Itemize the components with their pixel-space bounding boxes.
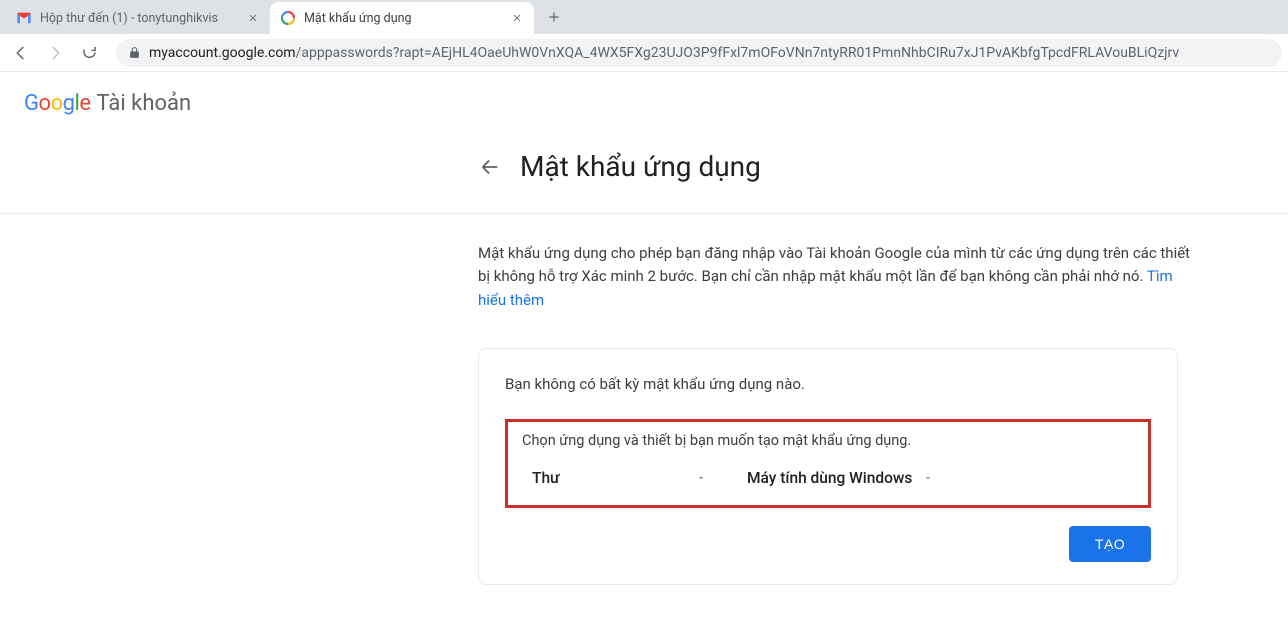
address-bar[interactable]: myaccount.google.com/apppasswords?rapt=A… — [116, 39, 1282, 67]
page-title: Mật khẩu ứng dụng — [520, 150, 761, 183]
app-passwords-card: Bạn không có bất kỳ mật khẩu ứng dụng nà… — [478, 348, 1178, 585]
app-select-value: Thư — [532, 469, 560, 487]
select-highlight-box: Chọn ứng dụng và thiết bị bạn muốn tạo m… — [505, 419, 1151, 508]
url-host: myaccount.google.com — [149, 45, 296, 61]
close-icon[interactable] — [246, 11, 260, 25]
tab-title: Mật khẩu ứng dụng — [304, 11, 502, 26]
page: Google Tài khoản Mật khẩu ứng dụng Mật k… — [0, 72, 1288, 585]
url-path: /apppasswords?rapt=AEjHL4OaeUhW0VnXQA_4W… — [296, 45, 1180, 61]
page-description: Mật khẩu ứng dụng cho phép bạn đăng nhập… — [478, 242, 1198, 312]
card-actions: TẠO — [505, 526, 1151, 562]
back-button[interactable] — [6, 38, 36, 68]
main-content: Mật khẩu ứng dụng Mật khẩu ứng dụng cho … — [478, 136, 1238, 585]
tab-strip: Hộp thư đến (1) - tonytunghikvis Mật khẩ… — [0, 0, 1288, 34]
chevron-down-icon — [695, 472, 707, 484]
new-tab-button[interactable] — [540, 3, 568, 31]
lock-icon — [128, 46, 141, 59]
google-header: Google Tài khoản — [0, 72, 1288, 136]
forward-button[interactable] — [40, 38, 70, 68]
google-icon — [280, 10, 296, 26]
description-text: Mật khẩu ứng dụng cho phép bạn đăng nhập… — [478, 244, 1190, 285]
browser-tab-apppasswords[interactable]: Mật khẩu ứng dụng — [270, 2, 534, 34]
browser-chrome: Hộp thư đến (1) - tonytunghikvis Mật khẩ… — [0, 0, 1288, 72]
instruction-text: Chọn ứng dụng và thiết bị bạn muốn tạo m… — [522, 432, 1134, 449]
device-select[interactable]: Máy tính dùng Windows — [747, 469, 934, 487]
title-bar: Mật khẩu ứng dụng — [478, 150, 1238, 183]
select-row: Thư Máy tính dùng Windows — [522, 469, 1134, 487]
url-text: myaccount.google.com/apppasswords?rapt=A… — [149, 45, 1179, 61]
gmail-icon — [16, 10, 32, 26]
app-select[interactable]: Thư — [532, 469, 707, 487]
create-button[interactable]: TẠO — [1069, 526, 1151, 562]
browser-tab-gmail[interactable]: Hộp thư đến (1) - tonytunghikvis — [6, 2, 270, 34]
product-name: Tài khoản — [96, 91, 191, 116]
reload-button[interactable] — [74, 38, 104, 68]
browser-toolbar: myaccount.google.com/apppasswords?rapt=A… — [0, 34, 1288, 72]
google-logo[interactable]: Google — [24, 91, 90, 116]
device-select-value: Máy tính dùng Windows — [747, 469, 912, 487]
tab-title: Hộp thư đến (1) - tonytunghikvis — [40, 11, 238, 26]
chevron-down-icon — [922, 472, 934, 484]
no-passwords-text: Bạn không có bất kỳ mật khẩu ứng dụng nà… — [505, 375, 1151, 393]
close-icon[interactable] — [510, 11, 524, 25]
back-arrow-icon[interactable] — [478, 155, 502, 179]
